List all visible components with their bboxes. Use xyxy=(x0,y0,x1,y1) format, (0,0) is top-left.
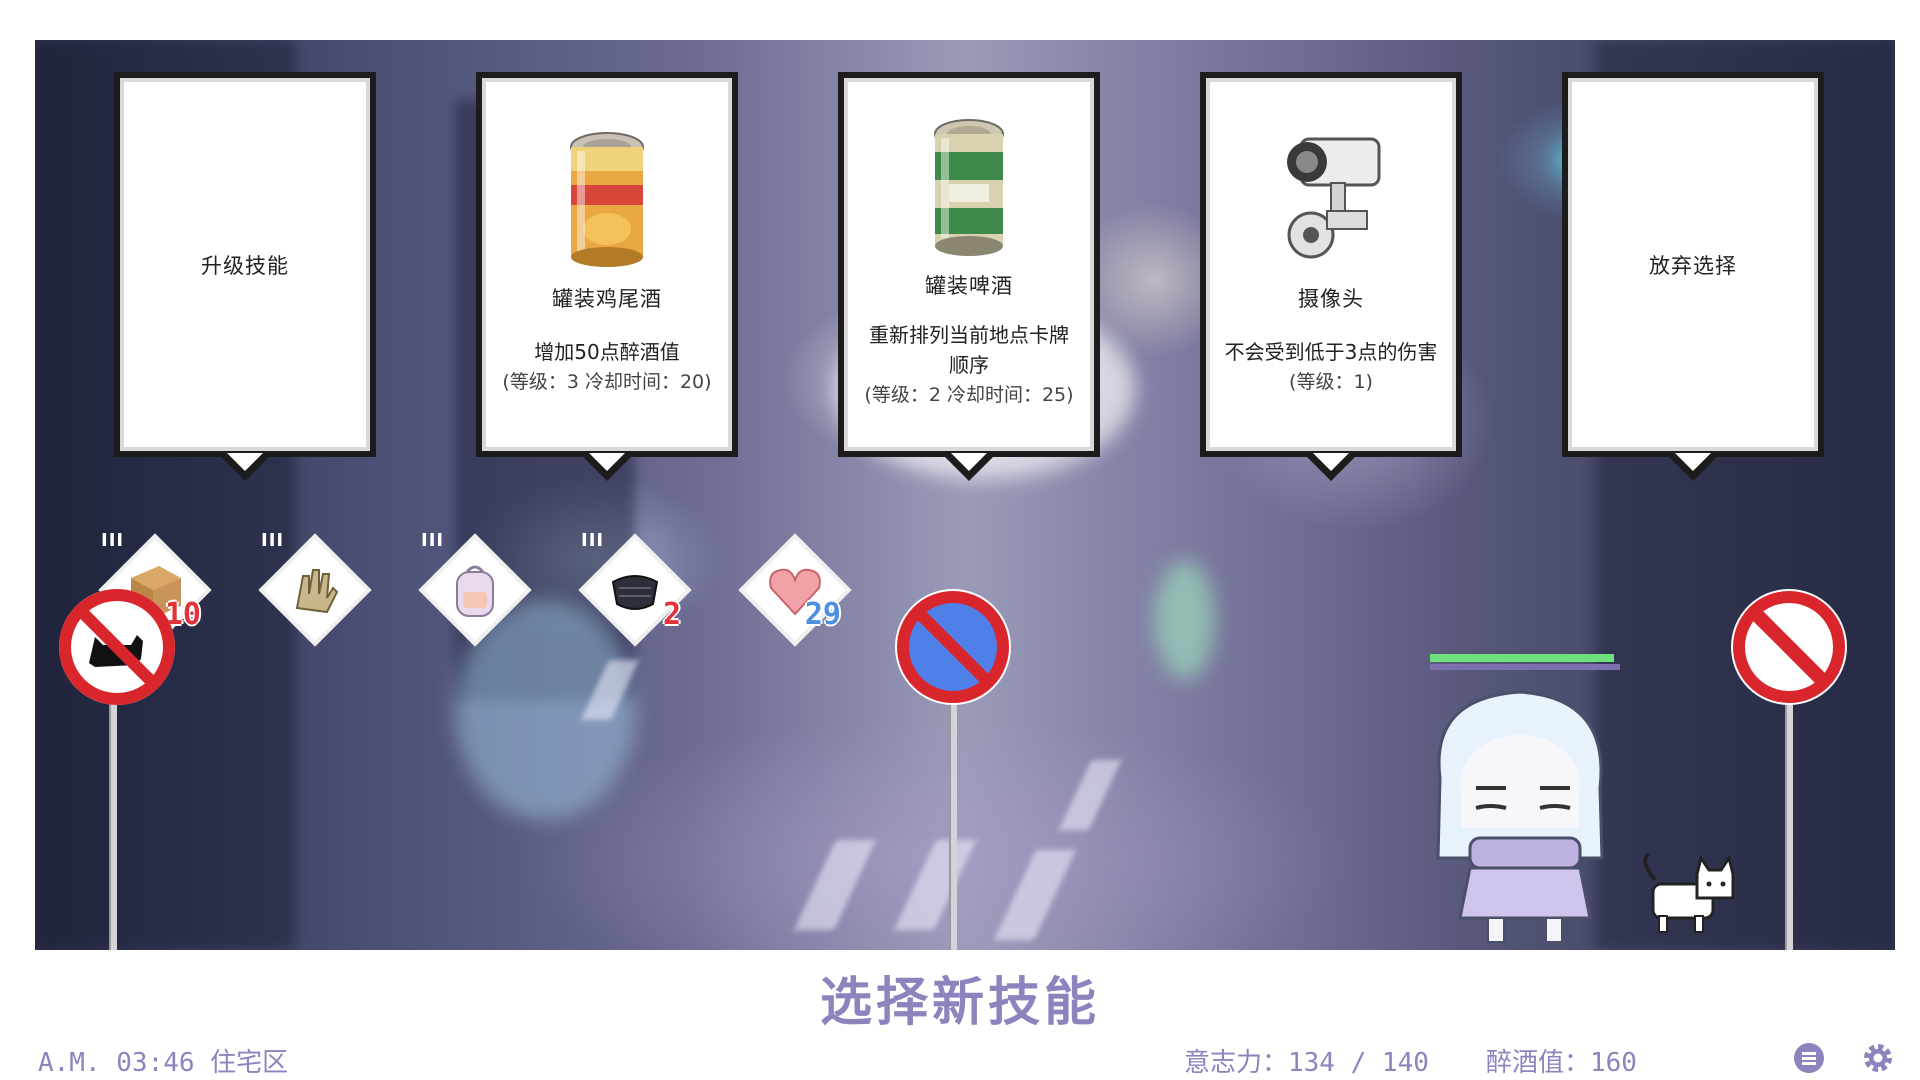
item-level-ticks: III xyxy=(581,530,605,551)
security-camera-icon xyxy=(1287,137,1381,258)
bg-light xyxy=(1155,560,1215,680)
card-description: 重新排列当前地点卡牌顺序 xyxy=(869,322,1069,377)
card-skip-selection[interactable]: 放弃选择 xyxy=(1562,72,1824,457)
card-meta: (等级：3 冷却时间：20) xyxy=(502,370,712,393)
willpower-status: 意志力：134 / 140 xyxy=(1184,1048,1429,1078)
sign-pole xyxy=(949,700,957,950)
beer-can-icon xyxy=(934,118,1004,256)
sign-pole xyxy=(109,700,117,950)
inventory-item-face-mask[interactable]: III 2 xyxy=(578,530,692,647)
settings-gear-icon[interactable] xyxy=(1862,1042,1894,1074)
crosswalk-stripe xyxy=(894,840,976,930)
card-title: 摄像头 xyxy=(1298,286,1364,311)
item-level-ticks: III xyxy=(101,530,125,551)
backpack-icon xyxy=(456,565,494,617)
sign-pole xyxy=(1785,700,1793,950)
time-location-status: A.M. 03:46 住宅区 xyxy=(38,1048,289,1078)
no-cats-sign xyxy=(59,589,175,705)
card-description: 不会受到低于3点的伤害 xyxy=(1224,339,1438,364)
item-count: 2 xyxy=(662,597,681,632)
inventory-item-gloves[interactable]: III xyxy=(258,530,372,647)
menu-icon[interactable] xyxy=(1793,1042,1825,1074)
player-hp-bar xyxy=(1430,654,1620,670)
card-meta: (等级：2 冷却时间：25) xyxy=(864,383,1074,406)
gloves-icon xyxy=(295,569,339,614)
crosswalk-stripe xyxy=(994,850,1076,940)
no-entry-sign xyxy=(1731,589,1847,705)
card-description: 增加50点醉酒值 xyxy=(534,339,680,364)
player-character xyxy=(1436,690,1604,943)
hp-bar-fill xyxy=(1430,654,1615,662)
card-title: 罐装鸡尾酒 xyxy=(552,286,662,311)
hp-bar-track xyxy=(1430,664,1620,670)
no-parking-sign xyxy=(895,589,1011,705)
card-title: 罐装啤酒 xyxy=(925,273,1013,298)
item-level-ticks: III xyxy=(421,530,445,551)
game-viewport: 升级技能 罐装鸡尾酒 增加50点醉酒值 (等级：3 冷却时间：20) 罐装啤酒 … xyxy=(35,40,1895,950)
card-meta: (等级：1) xyxy=(1289,370,1373,393)
card-security-camera[interactable]: 摄像头 不会受到低于3点的伤害 (等级：1) xyxy=(1200,72,1462,457)
drunk-value-status: 醉酒值：160 xyxy=(1486,1048,1637,1078)
face-mask-icon xyxy=(611,575,659,610)
cocktail-can-icon xyxy=(570,131,644,267)
item-count: 29 xyxy=(804,597,841,632)
crosswalk-stripe xyxy=(1058,760,1122,830)
crosswalk-stripe xyxy=(794,840,876,930)
card-canned-cocktail[interactable]: 罐装鸡尾酒 增加50点醉酒值 (等级：3 冷却时间：20) xyxy=(476,72,738,457)
inventory-item-backpack[interactable]: III xyxy=(418,530,532,647)
card-upgrade-skill[interactable]: 升级技能 xyxy=(114,72,376,457)
card-canned-beer[interactable]: 罐装啤酒 重新排列当前地点卡牌顺序 (等级：2 冷却时间：25) xyxy=(838,72,1100,457)
select-skill-prompt: 选择新技能 xyxy=(819,973,1100,1033)
item-level-ticks: III xyxy=(261,530,285,551)
card-title: 升级技能 xyxy=(201,253,289,278)
inventory-item-heart[interactable]: 29 xyxy=(738,533,852,647)
cat-companion xyxy=(1643,852,1735,933)
card-title: 放弃选择 xyxy=(1649,253,1737,278)
